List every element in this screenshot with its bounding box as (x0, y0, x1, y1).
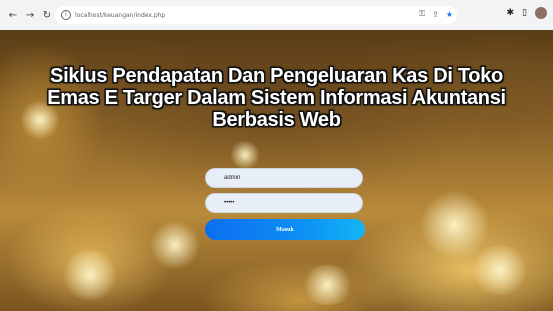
background-sparkle (150, 220, 200, 270)
info-icon[interactable]: i (61, 10, 71, 20)
puzzle-icon[interactable]: ✱ (507, 8, 515, 18)
background-sparkle (300, 265, 355, 305)
key-icon[interactable]: ⚿ (419, 9, 425, 19)
background-sparkle (420, 190, 490, 260)
share-icon[interactable]: ⇪ (432, 10, 439, 19)
background-sparkle (60, 250, 120, 300)
browser-toolbar: ← → ↻ i localhost/keuangan/index.php ⚿ ⇪… (0, 0, 553, 30)
background-sparkle (230, 140, 260, 170)
page-title: Siklus Pendapatan Dan Pengeluaran Kas Di… (47, 65, 506, 131)
password-input[interactable] (205, 193, 363, 213)
username-input[interactable] (205, 168, 363, 188)
login-form: Masuk (205, 168, 365, 240)
back-arrow-icon[interactable]: ← (6, 8, 20, 22)
login-page: Siklus Pendapatan Dan Pengeluaran Kas Di… (0, 30, 553, 311)
url-text[interactable]: localhost/keuangan/index.php (75, 12, 165, 19)
reload-icon[interactable]: ↻ (40, 8, 54, 22)
browser-window: ← → ↻ i localhost/keuangan/index.php ⚿ ⇪… (0, 0, 553, 311)
address-bar[interactable]: i localhost/keuangan/index.php ⚿ ⇪ ★ (55, 6, 457, 24)
forward-arrow-icon[interactable]: → (23, 8, 37, 22)
sidebar-icon[interactable]: ▯ (522, 8, 527, 18)
background-sparkle (470, 245, 530, 295)
profile-avatar[interactable] (535, 7, 547, 19)
login-button[interactable]: Masuk (205, 219, 365, 240)
omnibox-actions: ⚿ ⇪ ★ (412, 9, 453, 19)
star-icon[interactable]: ★ (446, 10, 453, 19)
extension-area: ✱ ▯ (499, 7, 547, 19)
